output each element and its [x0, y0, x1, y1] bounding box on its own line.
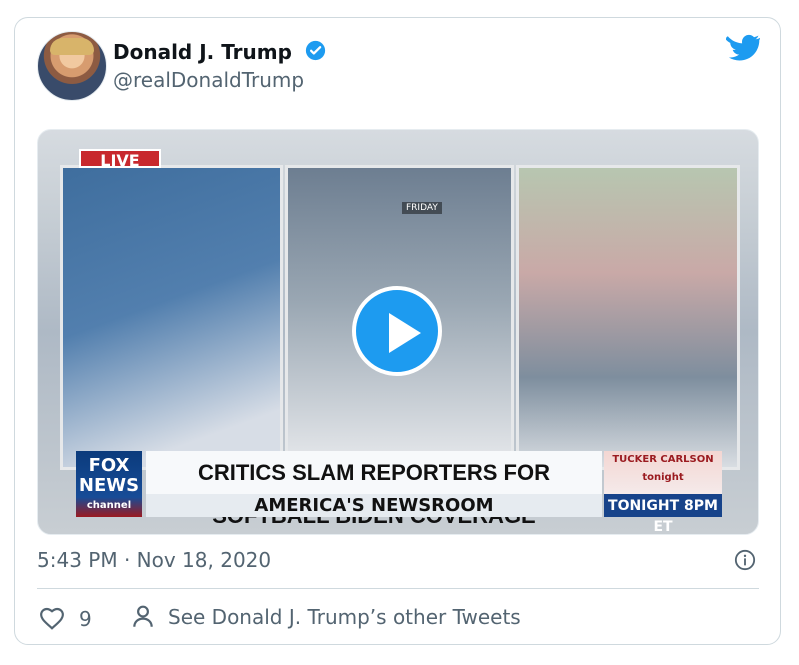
verified-badge-icon — [305, 40, 326, 61]
fox-logo-top: FOX — [88, 455, 130, 476]
like-count[interactable]: 9 — [79, 607, 92, 631]
friday-label: FRIDAY — [402, 202, 442, 214]
news-headline: CRITICS SLAM REPORTERS FOR SOFTBALL BIDE… — [146, 451, 602, 528]
play-button[interactable] — [352, 286, 442, 376]
live-badge: LIVE — [79, 149, 161, 170]
other-tweets-link[interactable]: See Donald J. Trump’s other Tweets — [168, 605, 521, 629]
promo-show: TUCKER CARLSON tonight — [604, 451, 722, 494]
promo-show-sub: tonight — [642, 472, 684, 483]
author-name[interactable]: Donald J. Trump — [113, 40, 292, 64]
promo-time: TONIGHT 8PM ET — [608, 498, 718, 535]
avatar[interactable] — [37, 31, 107, 101]
fox-news-logo: FOX NEWS channel — [76, 451, 142, 517]
news-lower-third: FOX NEWS channel CRITICS SLAM REPORTERS … — [76, 451, 722, 535]
info-icon[interactable] — [734, 549, 756, 571]
twitter-bird-icon[interactable] — [726, 34, 760, 64]
news-subheadline: AMERICA'S NEWSROOM — [146, 494, 602, 517]
divider — [37, 588, 759, 589]
fox-logo-bottom: channel — [86, 500, 132, 511]
promo-show-title: TUCKER CARLSON — [612, 454, 714, 465]
tweet-timestamp[interactable]: 5:43 PM · Nov 18, 2020 — [37, 548, 271, 572]
video-panel-right — [516, 165, 740, 470]
show-promo: TUCKER CARLSON tonight TONIGHT 8PM ET — [604, 451, 722, 535]
person-icon[interactable] — [130, 604, 156, 630]
fox-logo-middle: NEWS — [78, 475, 140, 496]
video-media[interactable]: LIVE FRIDAY FOX NEWS channel CRITICS SLA… — [37, 129, 759, 535]
heart-icon[interactable] — [39, 606, 65, 630]
video-panel-left — [60, 165, 283, 470]
author-handle[interactable]: @realDonaldTrump — [113, 68, 304, 92]
